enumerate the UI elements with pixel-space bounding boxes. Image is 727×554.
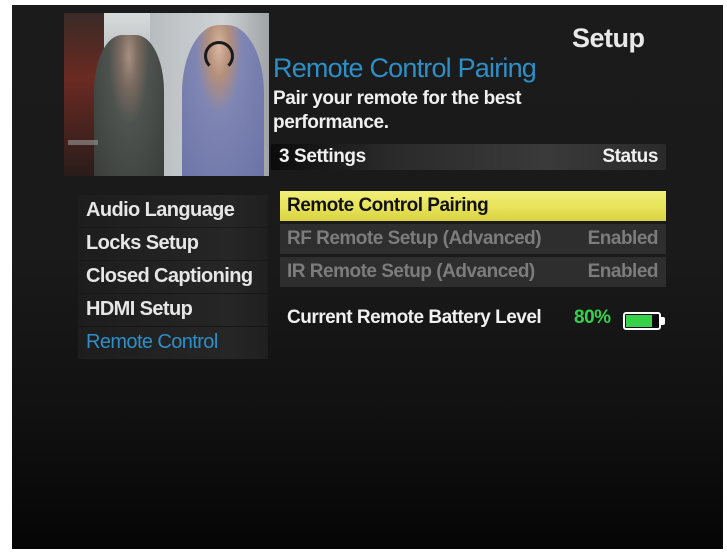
menu-item-closed-captioning[interactable]: Closed Captioning bbox=[78, 261, 268, 293]
option-ir-remote-setup[interactable]: IR Remote Setup (Advanced) Enabled bbox=[280, 257, 666, 287]
screen-title: Setup bbox=[572, 23, 645, 53]
settings-header-bar: 3 Settings Status bbox=[271, 144, 666, 170]
page-description: Pair your remote for the best performanc… bbox=[273, 88, 522, 133]
option-status: Enabled bbox=[587, 261, 659, 282]
battery-tip bbox=[661, 317, 665, 325]
option-label: IR Remote Setup (Advanced) bbox=[287, 261, 535, 282]
menu-item-audio-language[interactable]: Audio Language bbox=[78, 195, 268, 227]
channel-logo bbox=[68, 140, 98, 145]
option-remote-control-pairing[interactable]: Remote Control Pairing bbox=[280, 191, 666, 221]
option-label: Remote Control Pairing bbox=[287, 195, 489, 216]
status-column-header: Status bbox=[602, 146, 658, 167]
battery-fill bbox=[626, 315, 652, 327]
video-preview bbox=[64, 13, 269, 176]
option-label: RF Remote Setup (Advanced) bbox=[287, 228, 542, 249]
battery-percent: 80% bbox=[574, 307, 611, 328]
settings-count: 3 Settings bbox=[279, 146, 366, 167]
menu-item-remote-control[interactable]: Remote Control bbox=[78, 327, 268, 359]
option-rf-remote-setup[interactable]: RF Remote Setup (Advanced) Enabled bbox=[280, 224, 666, 254]
menu-item-hdmi-setup[interactable]: HDMI Setup bbox=[78, 294, 268, 326]
headset-shape bbox=[204, 41, 234, 71]
video-preview-person bbox=[94, 35, 164, 176]
battery-icon bbox=[623, 312, 661, 330]
page-heading: Remote Control Pairing bbox=[273, 53, 537, 83]
battery-level-label: Current Remote Battery Level bbox=[287, 307, 542, 328]
option-status: Enabled bbox=[587, 228, 659, 249]
settings-list: Remote Control Pairing RF Remote Setup (… bbox=[280, 191, 666, 290]
tv-screen: Setup Remote Control Pairing Pair your r… bbox=[12, 5, 723, 549]
setup-menu: Audio Language Locks Setup Closed Captio… bbox=[78, 195, 268, 360]
menu-item-locks-setup[interactable]: Locks Setup bbox=[78, 228, 268, 260]
